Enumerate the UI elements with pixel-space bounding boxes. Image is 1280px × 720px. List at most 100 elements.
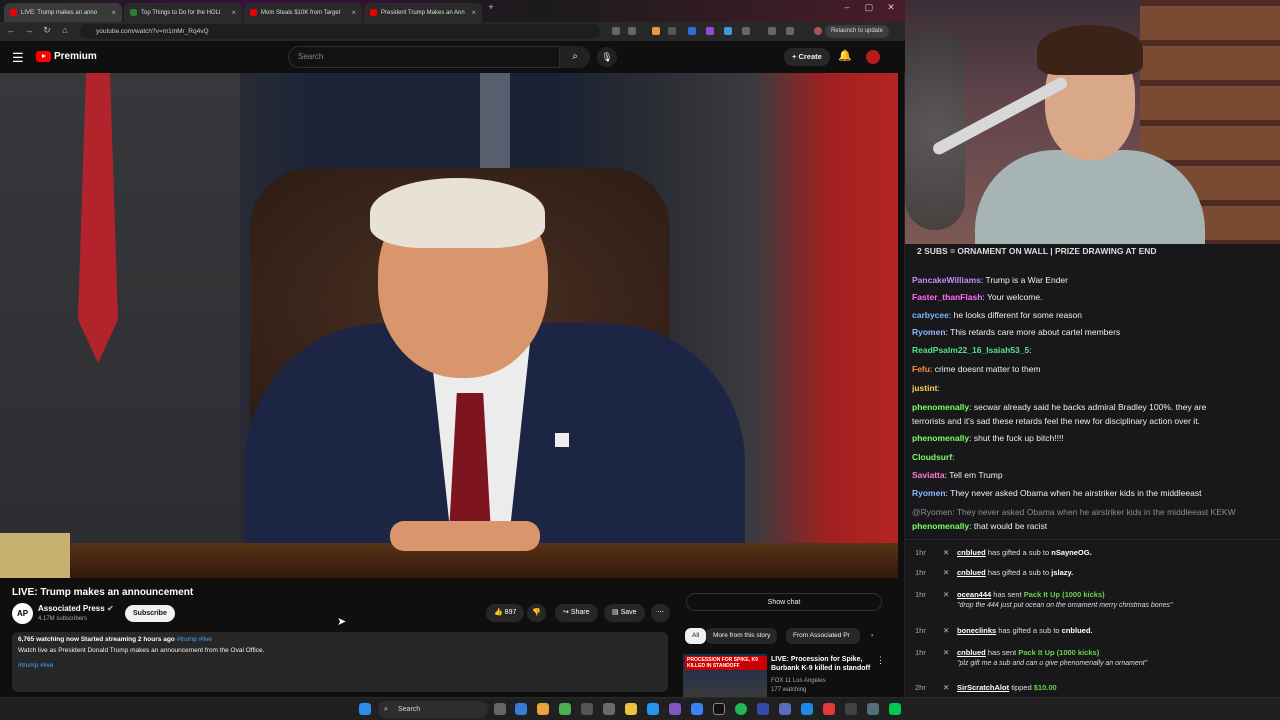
- reload-icon[interactable]: ↻: [40, 25, 54, 36]
- app-icon[interactable]: [691, 703, 703, 715]
- chat-username[interactable]: phenomenally: [912, 433, 969, 443]
- download-icon[interactable]: [786, 27, 794, 35]
- extension-icon[interactable]: [612, 27, 620, 35]
- url-field[interactable]: youtube.com/watch?v=m1mMr_Rq4vQ: [80, 24, 600, 39]
- show-chat-button[interactable]: Show chat: [686, 593, 882, 611]
- app-icon[interactable]: [669, 703, 681, 715]
- chat-username[interactable]: Fefu: [912, 364, 930, 374]
- sidebar-icon[interactable]: [768, 27, 776, 35]
- event-username[interactable]: SirScratchAlot: [957, 683, 1009, 692]
- app-icon[interactable]: [757, 703, 769, 715]
- tab-mom-steals[interactable]: Mom Steals $10K from Target ×: [244, 3, 362, 22]
- chat-username[interactable]: carbycee: [912, 310, 949, 320]
- app-icon[interactable]: [581, 703, 593, 715]
- app-icon[interactable]: [713, 703, 725, 715]
- video-player[interactable]: [0, 73, 898, 578]
- chat-username[interactable]: phenomenally: [912, 521, 969, 531]
- relaunch-button[interactable]: Relaunch to update: [824, 25, 889, 38]
- chrome-icon[interactable]: [537, 703, 549, 715]
- like-button[interactable]: 👍 897: [486, 604, 525, 622]
- tab-holiday[interactable]: Top Things to Do for the HOLI ×: [124, 3, 242, 22]
- event-username[interactable]: cnblued: [957, 548, 986, 557]
- channel-name[interactable]: Associated Press ✔: [38, 604, 114, 613]
- close-icon[interactable]: ×: [231, 8, 236, 17]
- recommended-thumbnail[interactable]: PROCESSION FOR SPIKE, K9 KILLED IN STAND…: [683, 654, 767, 697]
- close-window-icon[interactable]: ✕: [880, 2, 902, 13]
- chevron-right-icon[interactable]: ›: [864, 628, 880, 644]
- channel-avatar[interactable]: AP: [12, 603, 33, 624]
- chip-all[interactable]: All: [685, 628, 707, 644]
- app-icon[interactable]: [779, 703, 791, 715]
- minimize-icon[interactable]: –: [836, 2, 858, 12]
- chip-more-from-story[interactable]: More from this story: [706, 628, 778, 644]
- app-icon[interactable]: [559, 703, 571, 715]
- search-button[interactable]: ⌕: [560, 46, 590, 68]
- chat-username[interactable]: justint: [912, 383, 938, 393]
- video-description[interactable]: 6,765 watching now Started streaming 2 h…: [12, 632, 668, 692]
- forward-icon[interactable]: →: [22, 25, 36, 35]
- chat-username[interactable]: phenomenally: [912, 402, 969, 412]
- spotify-icon[interactable]: [735, 703, 747, 715]
- more-vert-icon[interactable]: ⋮: [876, 655, 885, 666]
- home-icon[interactable]: ⌂: [58, 25, 72, 35]
- app-icon[interactable]: [801, 703, 813, 715]
- voice-search-button[interactable]: 🎙: [597, 47, 617, 67]
- close-icon[interactable]: ×: [471, 8, 476, 17]
- webcam-feed: [905, 0, 1280, 248]
- star-icon[interactable]: [628, 27, 636, 35]
- event-time: 1hr: [915, 548, 926, 557]
- chat-username[interactable]: Saviatta: [912, 470, 945, 480]
- event-username[interactable]: boneclinks: [957, 626, 996, 635]
- save-button[interactable]: ▤ Save: [604, 604, 645, 622]
- chat-username[interactable]: Faster_thanFlash: [912, 292, 982, 302]
- chat-username[interactable]: PancakeWilliams: [912, 275, 981, 285]
- taskbar-search[interactable]: ⌕ Search: [378, 701, 488, 718]
- recommended-title[interactable]: LIVE: Procession for Spike, Burbank K-9 …: [771, 655, 871, 673]
- event-username[interactable]: cnblued: [957, 568, 986, 577]
- chat-message: phenomenally: secwar already said he bac…: [912, 402, 1207, 412]
- back-icon[interactable]: ←: [4, 25, 18, 35]
- chat-username[interactable]: Ryomen: [912, 327, 946, 337]
- chat-username[interactable]: Ryomen: [912, 488, 946, 498]
- app-icon[interactable]: [867, 703, 879, 715]
- chat-text: secwar already said he backs admiral Bra…: [973, 402, 1207, 412]
- folder-icon[interactable]: [625, 703, 637, 715]
- extension-icon[interactable]: [706, 27, 714, 35]
- close-icon[interactable]: ×: [111, 8, 116, 17]
- task-view-icon[interactable]: [494, 703, 506, 715]
- avatar[interactable]: [866, 50, 880, 64]
- subscribe-button[interactable]: Subscribe: [125, 605, 175, 622]
- chip-from-ap[interactable]: From Associated Pr: [786, 628, 860, 644]
- share-button[interactable]: ↪ Share: [555, 604, 598, 622]
- windows-start-icon[interactable]: [359, 703, 371, 715]
- app-icon[interactable]: [845, 703, 857, 715]
- more-actions-button[interactable]: ⋯: [651, 604, 670, 622]
- extension-icon[interactable]: [688, 27, 696, 35]
- app-icon[interactable]: [603, 703, 615, 715]
- site-icon: [130, 9, 137, 16]
- app-icon[interactable]: [823, 703, 835, 715]
- tab-live-trump[interactable]: LIVE: Trump makes an anno ×: [4, 3, 122, 22]
- close-icon[interactable]: ×: [351, 8, 356, 17]
- chat-username[interactable]: Cloudsurf: [912, 452, 952, 462]
- extensions-icon[interactable]: [742, 27, 750, 35]
- extension-icon[interactable]: [652, 27, 660, 35]
- profile-icon[interactable]: [814, 27, 822, 35]
- youtube-logo[interactable]: Premium: [36, 51, 97, 62]
- extension-icon[interactable]: [724, 27, 732, 35]
- menu-icon[interactable]: ☰: [12, 50, 24, 66]
- event-username[interactable]: cnblued: [957, 648, 986, 657]
- kick-icon[interactable]: [889, 703, 901, 715]
- new-tab-icon[interactable]: +: [480, 2, 502, 12]
- search-input[interactable]: Search: [288, 46, 560, 68]
- dislike-button[interactable]: 👎: [527, 604, 546, 622]
- edge-icon[interactable]: [515, 703, 527, 715]
- app-icon[interactable]: [647, 703, 659, 715]
- tab-president-trump[interactable]: President Trump Makes an Ann ×: [364, 3, 482, 22]
- create-button[interactable]: + Create: [784, 48, 830, 66]
- extension-icon[interactable]: [668, 27, 676, 35]
- maximize-icon[interactable]: ▢: [858, 2, 880, 13]
- bell-icon[interactable]: 🔔: [838, 49, 852, 62]
- chat-username[interactable]: ReadPsalm22_16_Isaiah53_5: [912, 345, 1029, 355]
- event-username[interactable]: ocean444: [957, 590, 991, 599]
